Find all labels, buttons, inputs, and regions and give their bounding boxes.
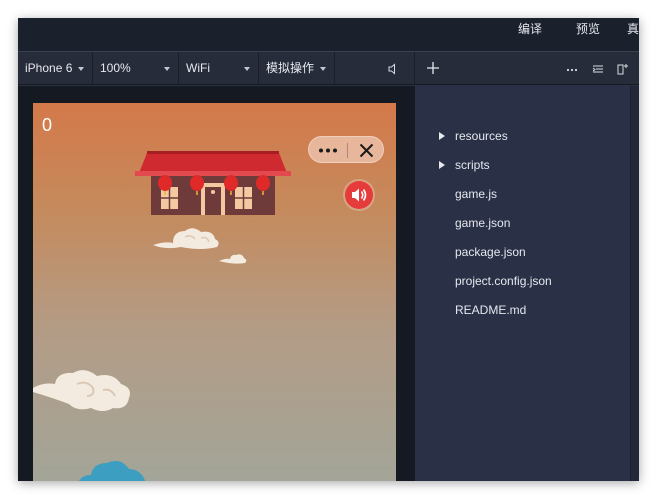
more-icon xyxy=(319,148,337,153)
simulate-operation-select[interactable]: 模拟操作 xyxy=(259,52,335,85)
chevron-down-icon xyxy=(244,67,250,71)
score-label: 0 xyxy=(42,115,53,135)
house-image xyxy=(135,151,291,215)
simulate-operation-value: 模拟操作 xyxy=(266,61,315,75)
tree-scrollbar[interactable] xyxy=(630,86,639,481)
simulator-toolbar: iPhone 6 100% WiFi 模拟操作 xyxy=(18,51,639,85)
device-select-value: iPhone 6 xyxy=(25,61,73,75)
zoom-select[interactable]: 100% xyxy=(93,52,179,85)
chevron-down-icon xyxy=(78,67,84,71)
network-select[interactable]: WiFi xyxy=(179,52,259,85)
tree-item-label: package.json xyxy=(455,245,526,259)
cloud-image xyxy=(33,370,130,411)
close-icon xyxy=(359,143,374,158)
plus-icon xyxy=(427,62,439,74)
preview-button[interactable]: 预览 xyxy=(576,18,600,51)
more-menu-button[interactable] xyxy=(309,137,347,164)
split-icon[interactable] xyxy=(617,62,629,76)
file-tree-panel: resources scripts game.js game.json pack… xyxy=(415,86,630,481)
sound-toggle-button[interactable] xyxy=(345,181,373,209)
cloud-image xyxy=(153,228,219,249)
cloud-image xyxy=(219,254,247,264)
speaker-icon xyxy=(352,188,367,202)
close-mini-program-button[interactable] xyxy=(348,137,385,164)
tree-file-game-json[interactable]: game.json xyxy=(455,214,510,232)
cloud-image xyxy=(79,461,146,481)
mini-program-capsule xyxy=(308,136,384,163)
add-file-button[interactable] xyxy=(425,52,441,85)
caret-right-icon[interactable] xyxy=(439,161,445,169)
mute-toggle[interactable] xyxy=(335,52,415,85)
tree-item-label: game.json xyxy=(455,216,511,230)
game-canvas[interactable]: 0 xyxy=(33,103,396,481)
tree-file-package-json[interactable]: package.json xyxy=(455,243,526,261)
tree-toolbar-icons xyxy=(557,62,629,76)
tree-item-label: project.config.json xyxy=(455,274,552,288)
device-select[interactable]: iPhone 6 xyxy=(18,52,93,85)
real-device-debug-button[interactable]: 真 xyxy=(627,18,639,51)
tree-file-project-config-json[interactable]: project.config.json xyxy=(455,272,552,290)
format-icon[interactable] xyxy=(592,62,604,76)
more-icon[interactable] xyxy=(566,62,578,76)
chevron-down-icon xyxy=(164,67,170,71)
chevron-down-icon xyxy=(320,67,326,71)
caret-right-icon[interactable] xyxy=(439,132,445,140)
tree-item-label: game.js xyxy=(455,187,498,201)
compile-button[interactable]: 编译 xyxy=(518,18,542,51)
network-select-value: WiFi xyxy=(186,61,210,75)
tree-file-game-js[interactable]: game.js xyxy=(455,185,497,203)
tree-item-label: README.md xyxy=(455,303,527,317)
tree-file-readme-md[interactable]: README.md xyxy=(455,301,526,319)
menu-bar: 编译 预览 真 xyxy=(18,18,639,51)
tree-item-label: resources xyxy=(455,129,508,143)
tree-item-label: scripts xyxy=(455,158,490,172)
devtools-window: 编译 预览 真 iPhone 6 100% WiFi 模拟操作 0 resour… xyxy=(18,18,639,481)
tree-folder-resources[interactable]: resources xyxy=(439,127,508,145)
tree-folder-scripts[interactable]: scripts xyxy=(439,156,490,174)
speaker-icon xyxy=(388,63,395,75)
simulator-panel: 0 xyxy=(18,86,415,481)
zoom-select-value: 100% xyxy=(100,61,131,75)
